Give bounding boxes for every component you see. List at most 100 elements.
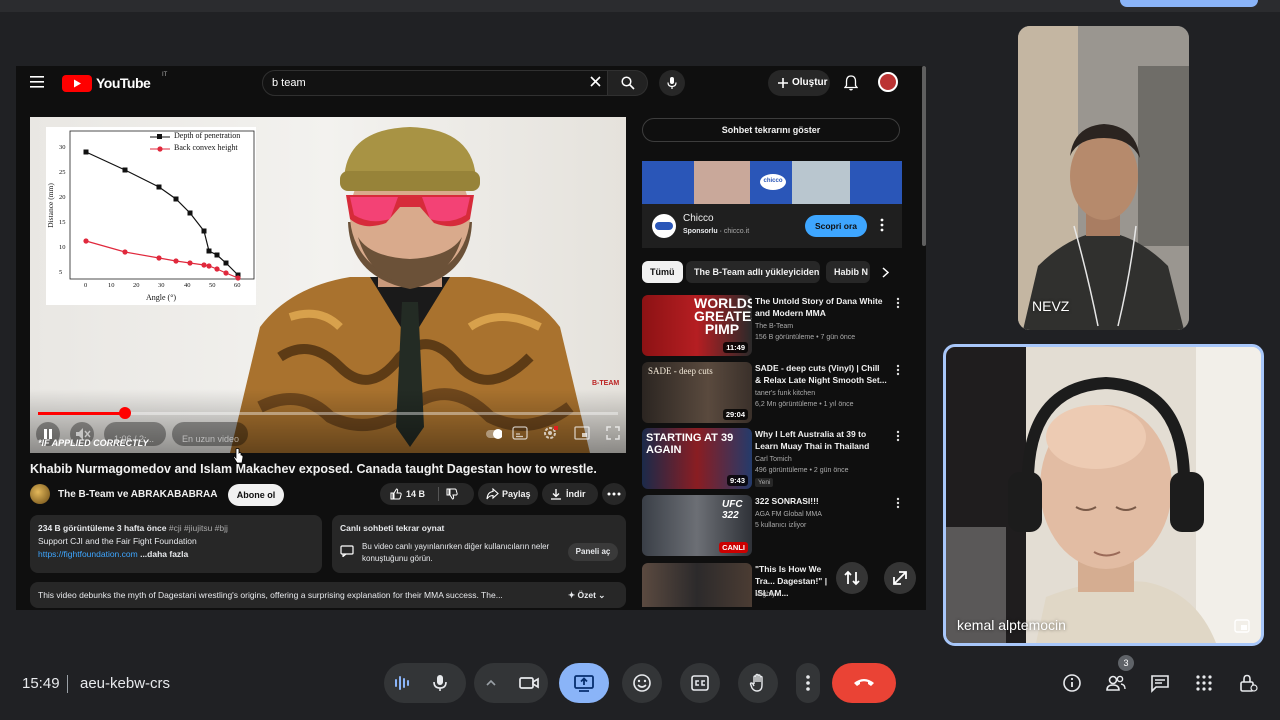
meeting-info-icon[interactable] bbox=[1058, 669, 1086, 697]
chip-all[interactable]: Tümü bbox=[642, 261, 683, 283]
chevron-right-icon[interactable] bbox=[882, 267, 889, 278]
activities-grid-icon[interactable] bbox=[1190, 669, 1218, 697]
related-channel: AGA FM Global MMA bbox=[755, 511, 822, 518]
related-video[interactable]: WORLDS GREATEST PIMP 11:49 The Untold St… bbox=[642, 295, 902, 356]
description-box[interactable]: 234 B görüntüleme 3 hafta önce #cji #jiu… bbox=[30, 515, 322, 573]
ad-banner[interactable]: chicco bbox=[642, 161, 902, 204]
notifications-bell-icon[interactable] bbox=[844, 75, 858, 91]
more-vertical-icon[interactable] bbox=[896, 497, 900, 509]
more-options-button[interactable] bbox=[796, 663, 820, 703]
download-button[interactable]: İndir bbox=[542, 483, 598, 505]
search-input[interactable]: b team bbox=[262, 70, 608, 96]
description-more[interactable]: ...daha fazla bbox=[140, 549, 188, 559]
open-panel-button[interactable]: Paneli aç bbox=[568, 543, 618, 561]
chart-xtick: 50 bbox=[209, 282, 216, 289]
end-call-button[interactable] bbox=[832, 663, 896, 703]
ad-name: Chicco bbox=[683, 213, 714, 224]
captions-button[interactable] bbox=[680, 663, 720, 703]
miniplayer-icon[interactable] bbox=[574, 426, 590, 440]
expand-button[interactable] bbox=[884, 562, 916, 594]
like-button[interactable]: 14 B bbox=[380, 483, 438, 505]
active-speaker-tile[interactable]: kemal alptemocin bbox=[943, 344, 1264, 646]
microphone-icon[interactable] bbox=[430, 673, 450, 693]
summary-button[interactable]: ✦ Özet ⌄ bbox=[568, 590, 605, 601]
more-vertical-icon[interactable] bbox=[896, 364, 900, 376]
related-thumbnail: UFC 322 CANLI bbox=[642, 495, 752, 556]
shared-screen: YouTube IT b team Oluştur Depth of penet… bbox=[16, 66, 926, 610]
host-controls-lock-icon[interactable] bbox=[1234, 669, 1262, 697]
menu-icon[interactable] bbox=[30, 76, 44, 88]
channel-name[interactable]: The B-Team ve ABRAKABABRAA bbox=[58, 489, 217, 500]
chart-ylabel: Distance (mm) bbox=[45, 183, 55, 228]
hang-up-icon bbox=[854, 679, 874, 686]
chart-xtick: 20 bbox=[133, 282, 140, 289]
chip-habib[interactable]: Habib N bbox=[826, 261, 870, 283]
description-link[interactable]: https://fightfoundation.com bbox=[38, 549, 138, 559]
show-chat-replay-button[interactable]: Sohbet tekrarını göster bbox=[642, 118, 900, 142]
more-actions-button[interactable] bbox=[602, 483, 626, 505]
ai-summary-bar[interactable]: This video debunks the myth of Dagestani… bbox=[30, 582, 626, 608]
like-divider bbox=[438, 487, 439, 501]
chart-ytick: 15 bbox=[59, 219, 66, 226]
meeting-code[interactable]: aeu-kebw-crs bbox=[80, 675, 170, 692]
clear-search-icon[interactable] bbox=[590, 76, 601, 87]
chevron-up-icon[interactable] bbox=[484, 676, 498, 690]
chart-yticks: 5 10 15 20 25 30 bbox=[59, 127, 69, 277]
related-video[interactable]: SADE - deep cuts 29:04 SADE - deep cuts … bbox=[642, 362, 902, 423]
chart-xtick: 0 bbox=[84, 282, 88, 289]
youtube-logo-icon[interactable] bbox=[62, 75, 92, 92]
create-button[interactable]: Oluştur bbox=[768, 70, 830, 96]
download-label: İndir bbox=[566, 489, 586, 499]
sidebar-scrollbar[interactable] bbox=[922, 66, 926, 246]
ad-avatar bbox=[652, 214, 676, 238]
settings-gear-icon[interactable] bbox=[542, 425, 558, 441]
ad-cta-button[interactable]: Scopri ora bbox=[805, 215, 867, 237]
video-player[interactable]: Depth of penetration Back convex height … bbox=[30, 117, 626, 453]
emoji-reaction-button[interactable] bbox=[622, 663, 662, 703]
channel-avatar[interactable] bbox=[30, 484, 50, 504]
related-thumbnail: WORLDS GREATEST PIMP 11:49 bbox=[642, 295, 752, 356]
swap-arrows-button[interactable] bbox=[836, 562, 868, 594]
related-meta: 156 B görüntüleme • 7 gün önce bbox=[755, 334, 856, 341]
more-vertical-icon[interactable] bbox=[896, 430, 900, 442]
progress-handle[interactable] bbox=[119, 407, 131, 419]
related-title: 322 SONRASI!!! bbox=[755, 496, 819, 506]
subtitles-icon[interactable] bbox=[512, 426, 528, 440]
picture-in-picture-icon[interactable] bbox=[1234, 619, 1250, 633]
summary-button-label: Özet bbox=[577, 590, 596, 600]
description-tags[interactable]: #cji #jiujitsu #bjj bbox=[169, 523, 228, 533]
chart-ytick: 10 bbox=[59, 244, 66, 251]
ad-sponsored: Sponsorlu bbox=[683, 228, 718, 235]
swap-vertical-icon bbox=[844, 570, 860, 586]
chat-icon[interactable] bbox=[1146, 669, 1174, 697]
more-vertical-icon[interactable] bbox=[896, 297, 900, 309]
participant-tile[interactable]: NEVZ bbox=[1018, 26, 1189, 330]
top-accent-button[interactable] bbox=[1120, 0, 1258, 7]
chapter-button[interactable]: En uzun video bbox=[172, 422, 248, 446]
fullscreen-icon[interactable] bbox=[606, 426, 620, 440]
subscribe-button[interactable]: Abone ol bbox=[228, 484, 284, 506]
audio-levels-icon[interactable] bbox=[392, 673, 412, 693]
autoplay-toggle-icon[interactable] bbox=[486, 428, 502, 440]
related-video[interactable]: STARTING AT 39 AGAIN 9:43 Why I Left Aus… bbox=[642, 428, 902, 489]
chart-xtick: 30 bbox=[158, 282, 165, 289]
raise-hand-button[interactable] bbox=[738, 663, 778, 703]
account-avatar[interactable] bbox=[878, 72, 898, 92]
participant-video bbox=[1018, 26, 1189, 330]
related-title: Why I Left Australia at 39 to Learn Muay… bbox=[755, 429, 870, 451]
chip-uploader[interactable]: The B-Team adlı yükleyiciden bbox=[686, 261, 820, 283]
chat-replay-title: Canlı sohbeti tekrar oynat bbox=[340, 523, 445, 533]
thumbs-down-icon[interactable] bbox=[446, 488, 458, 500]
thumbnail-text: UFC 322 bbox=[722, 499, 743, 521]
camera-icon[interactable] bbox=[518, 673, 540, 693]
search-button[interactable] bbox=[608, 70, 648, 96]
voice-search-button[interactable] bbox=[659, 70, 685, 96]
people-icon[interactable] bbox=[1102, 669, 1130, 697]
youtube-logo-text: YouTube bbox=[96, 75, 151, 91]
present-screen-button[interactable] bbox=[559, 663, 609, 703]
corner-logo: B-TEAM bbox=[592, 380, 620, 387]
youtube-header: YouTube IT b team Oluştur bbox=[16, 66, 926, 102]
related-video[interactable]: UFC 322 CANLI 322 SONRASI!!! AGA FM Glob… bbox=[642, 495, 902, 556]
share-button[interactable]: Paylaş bbox=[478, 483, 538, 505]
ad-info[interactable]: Chicco Sponsorlu · chicco.it Scopri ora bbox=[642, 204, 902, 248]
